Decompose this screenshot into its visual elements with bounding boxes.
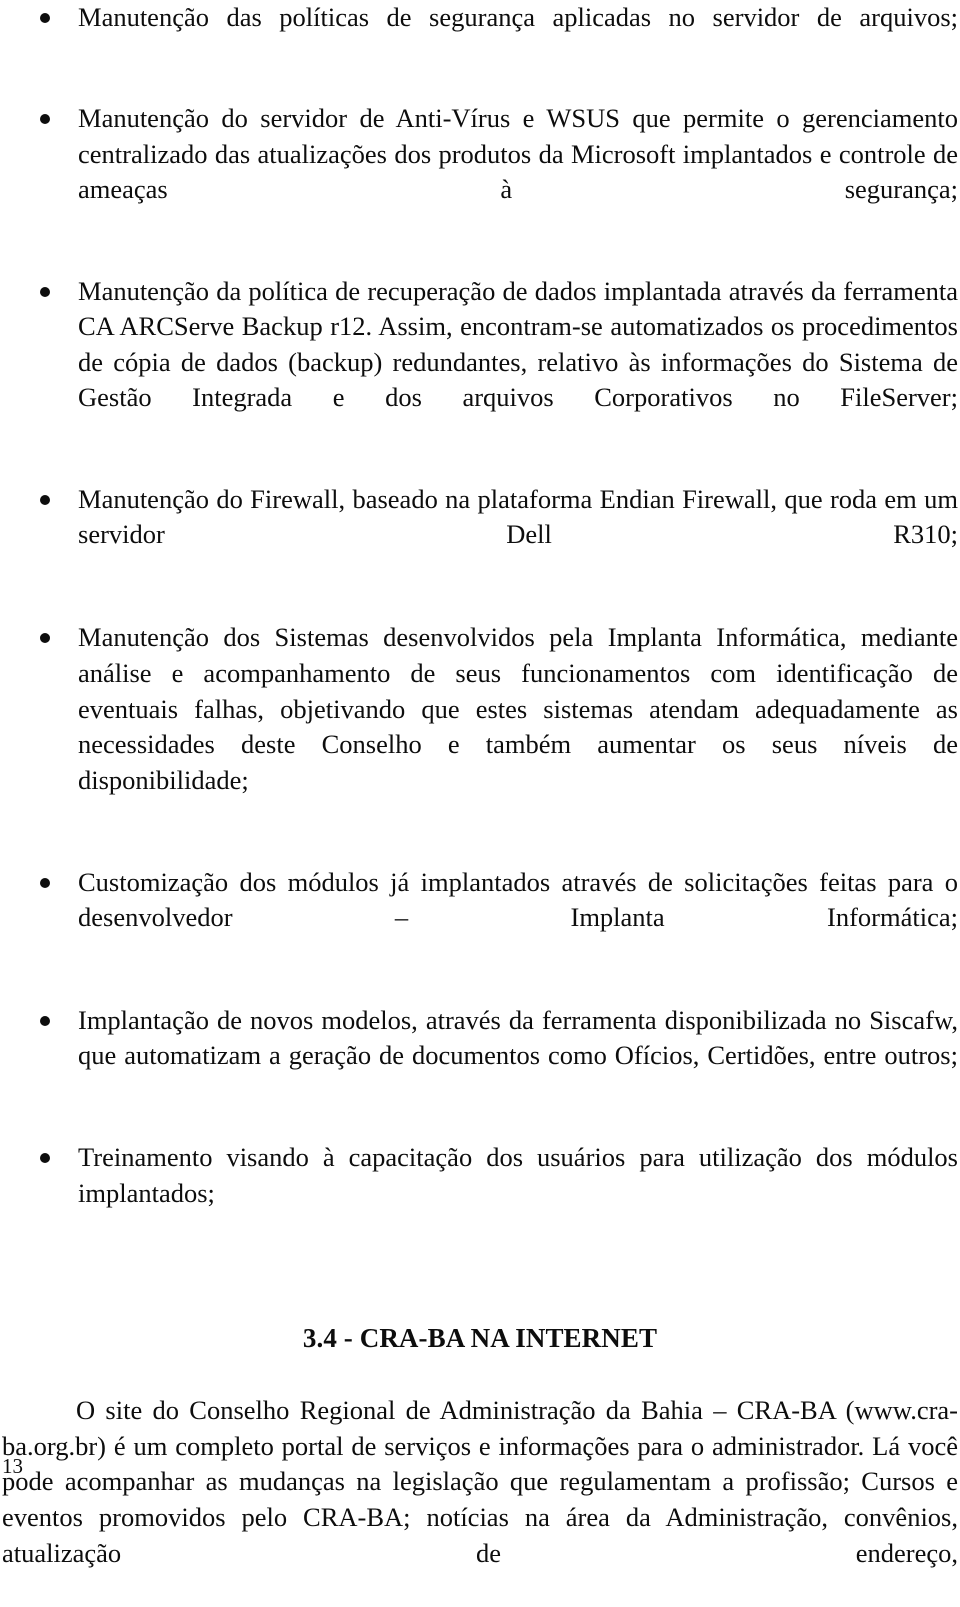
bullet-text-file-server-policies: Manutenção das políticas de segurança ap… (78, 2, 958, 32)
bullet-dot-icon (40, 13, 50, 23)
bullet-dot-icon (40, 114, 50, 125)
section-heading-block: 3.4 - CRA-BA NA INTERNET (0, 1321, 960, 1355)
bullet-dot-icon (40, 1015, 50, 1026)
bullet-text-systems-implanta: Manutenção dos Sistemas desenvolvidos pe… (78, 622, 958, 795)
bullet-dot-icon (40, 877, 50, 888)
list-item: Customização dos módulos já implantados … (0, 865, 960, 972)
list-item: Manutenção do servidor de Anti-Vírus e W… (0, 101, 960, 243)
bullet-text-customization-modules: Customização dos módulos já implantados … (78, 866, 958, 933)
list-item: Implantação de novos modelos, através da… (0, 1003, 960, 1110)
bullet-dot-icon (40, 286, 50, 297)
document-page: Manutenção das políticas de segurança ap… (0, 0, 960, 1568)
bullet-dot-icon (40, 494, 50, 505)
bullet-text-backup-arcserve: Manutenção da política de recuperação de… (78, 275, 958, 413)
bullet-text-firewall-endian: Manutenção do Firewall, baseado na plata… (78, 483, 958, 550)
bullet-text-new-models-siscafw: Implantação de novos modelos, através da… (78, 1004, 958, 1071)
bullet-dot-icon (40, 633, 50, 644)
bullet-dot-icon (40, 1153, 50, 1164)
services-bullet-list: Manutenção das políticas de segurança ap… (0, 0, 960, 1247)
list-item: Manutenção das políticas de segurança ap… (0, 0, 960, 71)
page-number: 13 (2, 1454, 23, 1478)
section-paragraph-block: O site do Conselho Regional de Administr… (0, 1393, 960, 1607)
bullet-text-antivirus-wsus: Manutenção do servidor de Anti-Vírus e W… (78, 103, 958, 205)
paragraph-text: O site do Conselho Regional de Administr… (2, 1395, 958, 1568)
bullet-text-training-users: Treinamento visando à capacitação dos us… (78, 1142, 958, 1209)
section-heading-cra-ba-internet: 3.4 - CRA-BA NA INTERNET (302, 1323, 658, 1354)
list-item: Manutenção do Firewall, baseado na plata… (0, 482, 960, 589)
list-item: Manutenção dos Sistemas desenvolvidos pe… (0, 620, 960, 834)
paragraph-cra-ba-site-description: O site do Conselho Regional de Administr… (0, 1393, 960, 1607)
list-item: Treinamento visando à capacitação dos us… (0, 1140, 960, 1247)
list-item: Manutenção da política de recuperação de… (0, 274, 960, 452)
